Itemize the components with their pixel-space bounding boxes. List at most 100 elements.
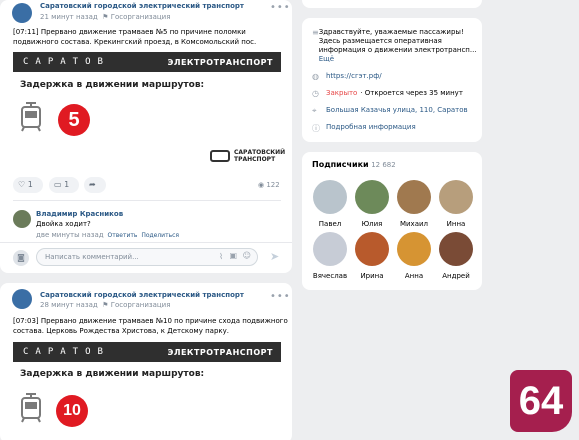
delay-title: Задержка в движении маршрутов:: [20, 80, 205, 90]
address-link[interactable]: Большая Казачья улица, 110, Саратов: [326, 106, 468, 114]
post-card-2: Саратовский городской электрический тран…: [0, 283, 292, 440]
route-badge: 5: [58, 104, 90, 136]
transport-logo-text: САРАТОВСКИЙ ТРАНСПОРТ: [234, 149, 286, 163]
description-text: Здравствуйте, уважаемые пассажиры! Здесь…: [318, 28, 477, 63]
subscriber-name: Михаил: [399, 220, 429, 228]
subscriber[interactable]: Ирина: [352, 232, 392, 280]
photo-icon[interactable]: ▣: [229, 251, 237, 260]
banner-brand: ЭЛЕКТРОТРАНСПОРТ: [167, 348, 273, 357]
comment-text: Двойка ходит?: [36, 220, 91, 228]
reply-link[interactable]: Ответить: [108, 232, 138, 239]
subscriber[interactable]: Павел: [310, 180, 350, 228]
post-author[interactable]: Саратовский городской электрический тран…: [40, 2, 244, 10]
post-time[interactable]: 28 минут назад: [40, 301, 98, 309]
banner-city: САРАТОВ: [23, 57, 110, 67]
banner-brand: ЭЛЕКТРОТРАНСПОРТ: [167, 58, 273, 67]
org-label: Госорганизация: [110, 301, 171, 309]
subscribers-header[interactable]: Подписчики 12 682: [312, 160, 396, 169]
subscriber[interactable]: Михаил: [394, 180, 434, 228]
transport-logo-mark: [210, 150, 230, 162]
avatar: [313, 180, 347, 214]
subscriber-name: Юлия: [361, 220, 383, 228]
share-icon: ➦: [89, 180, 96, 189]
flag-icon: ⚑: [99, 301, 109, 309]
avatar: [313, 232, 347, 266]
subscriber-name: Ирина: [360, 272, 384, 280]
top-card-remnant: [302, 0, 482, 8]
views-count: ◉ 122: [258, 181, 280, 189]
comment-author[interactable]: Владимир Красников: [36, 210, 123, 218]
avatar: [397, 232, 431, 266]
subscriber-name: Павел: [318, 220, 342, 228]
more-link[interactable]: Ещё: [319, 55, 334, 63]
post-author[interactable]: Саратовский городской электрический тран…: [40, 291, 244, 299]
send-icon[interactable]: ➤: [270, 250, 279, 263]
subscriber[interactable]: Инна: [436, 180, 476, 228]
avatar: [355, 232, 389, 266]
subscriber-name: Вячеслав: [312, 272, 348, 280]
subscribers-card: Подписчики 12 682 Павел Юлия Михаил Инна…: [302, 152, 482, 290]
share-button[interactable]: ➦: [84, 177, 106, 193]
post-banner: САРАТОВ ЭЛЕКТРОТРАНСПОРТ: [13, 52, 281, 72]
subscriber[interactable]: Вячеслав: [310, 232, 350, 280]
banner-city: САРАТОВ: [23, 347, 110, 357]
description-row: ≡ Здравствуйте, уважаемые пассажиры! Зде…: [312, 28, 477, 64]
subscriber[interactable]: Юлия: [352, 180, 392, 228]
divider: [0, 242, 292, 243]
comment-avatar[interactable]: [13, 210, 31, 228]
emoji-icon[interactable]: ☺: [243, 251, 251, 260]
clock-icon: ◷: [312, 89, 319, 98]
attach-icon[interactable]: ⌇: [219, 252, 223, 261]
org-label: Госорганизация: [110, 13, 171, 21]
like-button[interactable]: ♡ 1: [13, 177, 43, 193]
info-card: ≡ Здравствуйте, уважаемые пассажиры! Зде…: [302, 18, 482, 142]
subscriber-name: Андрей: [442, 272, 470, 280]
details-row: ⓘ Подробная информация: [312, 123, 416, 134]
hours-row: ◷ Закрыто · Откроется через 35 минут: [312, 89, 463, 98]
avatar: [439, 180, 473, 214]
info-icon: ⓘ: [312, 124, 320, 133]
tram-icon: [21, 393, 41, 423]
location-icon: ⌖: [312, 106, 317, 115]
avatar: [397, 180, 431, 214]
share-link[interactable]: Поделиться: [141, 232, 179, 239]
avatar: [355, 180, 389, 214]
status-closed: Закрыто: [326, 89, 358, 97]
tram-icon: [21, 102, 41, 132]
comment-time[interactable]: две минуты назад: [36, 231, 104, 239]
post-banner: САРАТОВ ЭЛЕКТРОТРАНСПОРТ: [13, 342, 281, 362]
comment-button[interactable]: ▭ 1: [49, 177, 79, 193]
site-row: ◍ https://cгэт.рф/: [312, 72, 382, 81]
site-link[interactable]: https://cгэт.рф/: [326, 72, 382, 80]
subscriber-name: Инна: [446, 220, 466, 228]
comment-placeholder: Написать комментарий...: [45, 253, 139, 261]
status-opens: · Откроется через 35 минут: [360, 89, 463, 97]
group-avatar[interactable]: [12, 289, 32, 309]
site-logo: 64: [510, 370, 572, 432]
delay-title: Задержка в движении маршрутов:: [20, 369, 205, 379]
subscriber[interactable]: Андрей: [436, 232, 476, 280]
subscribers-count: 12 682: [371, 161, 396, 169]
post-time[interactable]: 21 минут назад: [40, 13, 98, 21]
subscriber-name: Анна: [404, 272, 424, 280]
subscribers-title: Подписчики: [312, 160, 369, 169]
route-badge: 10: [56, 395, 88, 427]
post-text: [07:03] Прервано движение трамваев №10 п…: [13, 317, 288, 335]
divider: [13, 200, 281, 201]
avatar: [439, 232, 473, 266]
list-icon: ≡: [312, 28, 319, 37]
camera-icon[interactable]: ◙: [13, 250, 29, 266]
group-avatar[interactable]: [12, 3, 32, 23]
more-icon[interactable]: •••: [270, 291, 291, 302]
post-card-1: Саратовский городской электрический тран…: [0, 0, 292, 273]
post-text: [07:11] Прервано движение трамваев №5 по…: [13, 28, 257, 46]
globe-icon: ◍: [312, 72, 319, 81]
comment-icon: ▭: [54, 180, 62, 189]
address-row: ⌖ Большая Казачья улица, 110, Саратов: [312, 106, 468, 116]
comment-input[interactable]: Написать комментарий... ⌇ ▣ ☺: [36, 248, 258, 266]
more-icon[interactable]: •••: [270, 2, 291, 13]
heart-icon: ♡: [18, 180, 26, 189]
details-link[interactable]: Подробная информация: [326, 123, 416, 131]
subscriber[interactable]: Анна: [394, 232, 434, 280]
eye-icon: ◉: [258, 181, 265, 189]
